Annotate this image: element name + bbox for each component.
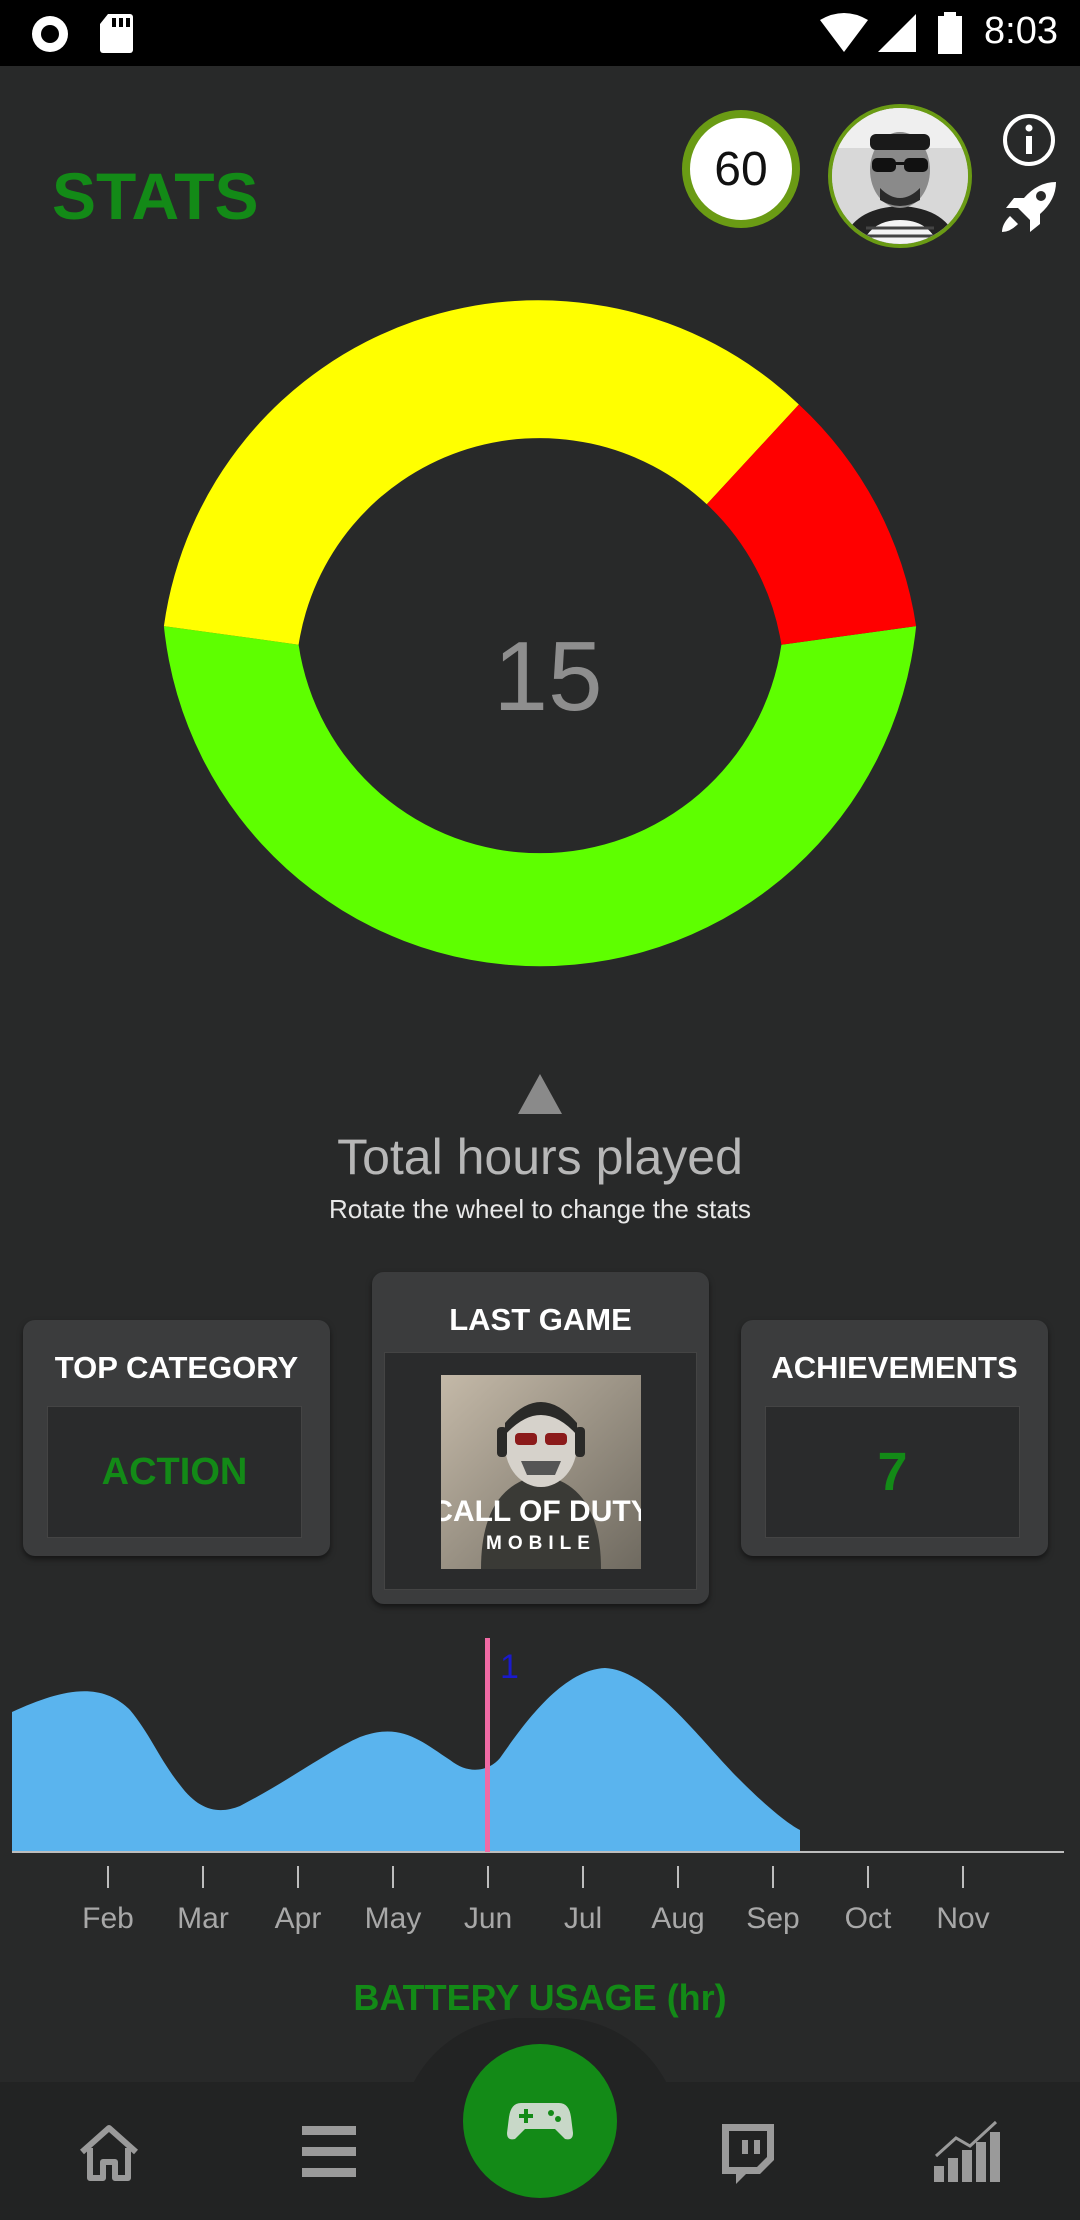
- status-bar: 8:03: [0, 0, 1080, 66]
- marker-line[interactable]: [485, 1638, 490, 1852]
- battery-usage-chart[interactable]: 1: [0, 1630, 1080, 1900]
- clock: 8:03: [984, 10, 1058, 52]
- x-tick-label: Sep: [746, 1902, 800, 1935]
- marker-label: 1: [500, 1648, 519, 1686]
- achievements-label: ACHIEVEMENTS: [771, 1350, 1018, 1385]
- info-icon[interactable]: [1001, 112, 1057, 168]
- top-category-label: TOP CATEGORY: [54, 1350, 299, 1385]
- signal-icon: [878, 14, 916, 52]
- home-icon[interactable]: [76, 2122, 142, 2184]
- top-category-value: ACTION: [101, 1450, 248, 1493]
- game-cover-image[interactable]: CALL OF DUTY MOBILE: [441, 1375, 641, 1569]
- wheel-center-value: 15: [493, 621, 603, 731]
- x-tick-label: Oct: [844, 1902, 892, 1935]
- achievements-value: 7: [877, 1442, 908, 1502]
- x-tick-label: Nov: [936, 1902, 990, 1935]
- sd-card-icon: [100, 14, 133, 53]
- wheel-pointer-icon: [518, 1074, 562, 1114]
- x-tick-label: Jun: [463, 1902, 513, 1935]
- x-tick-label: Mar: [177, 1902, 229, 1935]
- game-title-line2: MOBILE: [486, 1533, 596, 1554]
- gamepad-icon: [507, 2103, 573, 2140]
- wifi-icon: [820, 13, 868, 52]
- achievements-card[interactable]: ACHIEVEMENTS 7: [741, 1320, 1048, 1556]
- chart-icon[interactable]: [932, 2118, 1004, 2184]
- avatar[interactable]: [828, 104, 972, 248]
- x-tick-label: Jul: [563, 1902, 603, 1935]
- page-title: STATS: [52, 159, 259, 233]
- record-icon: [32, 16, 68, 52]
- top-category-card[interactable]: TOP CATEGORY ACTION: [23, 1320, 330, 1556]
- battery-icon: [938, 12, 962, 54]
- last-game-card[interactable]: LAST GAME CALL OF DUTY MOBILE: [372, 1272, 709, 1604]
- last-game-label: LAST GAME: [449, 1302, 632, 1337]
- wheel-title: Total hours played: [337, 1129, 743, 1185]
- level-badge[interactable]: 60: [682, 110, 800, 228]
- x-tick-label: Feb: [82, 1902, 134, 1935]
- games-button[interactable]: [463, 2044, 617, 2198]
- rocket-icon[interactable]: [998, 180, 1060, 236]
- x-tick-label: Aug: [651, 1902, 705, 1935]
- wheel-subtitle: Rotate the wheel to change the stats: [328, 1194, 752, 1224]
- wheel-segment-yellow: [163, 300, 799, 645]
- x-tick-label: Apr: [274, 1902, 322, 1935]
- game-title-line1: CALL OF DUTY: [441, 1495, 641, 1528]
- battery-area: [12, 1668, 800, 1852]
- x-tick-label: May: [364, 1902, 422, 1935]
- menu-icon[interactable]: [302, 2124, 356, 2180]
- chart-title: BATTERY USAGE (hr): [353, 1977, 727, 2018]
- twitch-icon[interactable]: [716, 2122, 778, 2186]
